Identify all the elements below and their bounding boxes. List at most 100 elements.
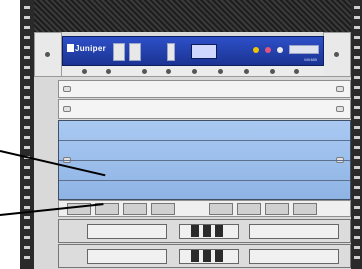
rack-hole (24, 66, 30, 69)
port-screw (142, 69, 147, 74)
rack-hole (24, 96, 30, 99)
mount-screw (334, 52, 339, 57)
rack-hole (354, 226, 360, 229)
rack-hole (24, 166, 30, 169)
slot-handle (336, 86, 344, 92)
rack-hole (24, 126, 30, 129)
power-connector (215, 250, 223, 262)
rack-hole (24, 216, 30, 219)
power-connector (191, 250, 199, 262)
rack-hole (354, 186, 360, 189)
rack-hole (24, 186, 30, 189)
rack-hole (24, 236, 30, 239)
model-label: MX480 (304, 57, 317, 62)
rack-hole (354, 6, 360, 9)
fpc-slot-highlighted (58, 120, 351, 200)
status-led-icon (277, 47, 283, 53)
routing-engine-module (129, 43, 141, 61)
port-screw (106, 69, 111, 74)
rack-hole (354, 36, 360, 39)
chassis-body: Juniper MX480 (34, 0, 351, 269)
rack-hole (354, 136, 360, 139)
pem-terminal-block (249, 224, 339, 239)
rack-hole (354, 106, 360, 109)
rack-hole (24, 146, 30, 149)
rack-hole (24, 136, 30, 139)
slot-handle (63, 106, 71, 112)
fpc-divider (59, 160, 350, 161)
pem-terminal-block (87, 224, 167, 239)
pic-port-module (123, 203, 147, 215)
juniper-logo-icon (67, 44, 74, 52)
rack-hole (354, 166, 360, 169)
rack-hole (354, 76, 360, 79)
rack-hole (354, 216, 360, 219)
rack-hole (24, 76, 30, 79)
rack-hole (354, 56, 360, 59)
brand-label: Juniper (75, 44, 106, 53)
top-air-vent (34, 0, 351, 32)
router-chassis-photo: Juniper MX480 (0, 0, 362, 269)
blank-slot-panel (58, 80, 351, 98)
rack-hole (24, 26, 30, 29)
rack-hole (24, 206, 30, 209)
rack-hole (354, 126, 360, 129)
alarm-led-icon (265, 47, 271, 53)
rack-hole (354, 156, 360, 159)
rack-hole (24, 16, 30, 19)
rack-hole (24, 86, 30, 89)
power-entry-module (58, 244, 351, 268)
rack-hole (24, 6, 30, 9)
rack-hole (24, 256, 30, 259)
power-connector (215, 225, 223, 237)
fan-port-strip (62, 66, 324, 77)
rack-hole (354, 196, 360, 199)
pem-terminal-block (87, 249, 167, 264)
port-screw (82, 69, 87, 74)
port-screw (244, 69, 249, 74)
power-connector (191, 225, 199, 237)
pic-port-module (293, 203, 317, 215)
port-screw (270, 69, 275, 74)
rack-hole (24, 226, 30, 229)
alarm-led-icon (253, 47, 259, 53)
rack-hole (24, 56, 30, 59)
pic-port-module (265, 203, 289, 215)
rack-hole (24, 46, 30, 49)
pic-port-module (209, 203, 233, 215)
pic-port-module (151, 203, 175, 215)
rack-hole (24, 116, 30, 119)
rack-hole (354, 176, 360, 179)
rack-hole (354, 256, 360, 259)
rack-hole (354, 46, 360, 49)
routing-engine-module (113, 43, 125, 61)
rack-hole (24, 246, 30, 249)
fpc-divider (59, 180, 350, 181)
port-screw (294, 69, 299, 74)
pic-port-module (237, 203, 261, 215)
rack-hole (24, 196, 30, 199)
mount-screw (45, 52, 50, 57)
right-rack-rail (351, 0, 362, 269)
rack-hole (354, 66, 360, 69)
slot-handle (336, 106, 344, 112)
rack-hole (354, 16, 360, 19)
right-mount-ear (323, 32, 351, 77)
blank-slot-panel (58, 99, 351, 119)
craft-interface-panel: Juniper MX480 (62, 36, 324, 66)
rack-hole (354, 116, 360, 119)
lcd-display (191, 44, 217, 59)
rack-hole (24, 36, 30, 39)
rack-hole (24, 106, 30, 109)
control-board-module (167, 43, 175, 61)
rack-hole (354, 96, 360, 99)
slot-handle (63, 86, 71, 92)
left-rack-rail (20, 0, 34, 269)
left-mount-ear (34, 32, 62, 77)
port-screw (192, 69, 197, 74)
rack-hole (354, 26, 360, 29)
power-connector (203, 225, 211, 237)
power-entry-module (58, 219, 351, 243)
pem-terminal-block (249, 249, 339, 264)
rack-hole (354, 206, 360, 209)
